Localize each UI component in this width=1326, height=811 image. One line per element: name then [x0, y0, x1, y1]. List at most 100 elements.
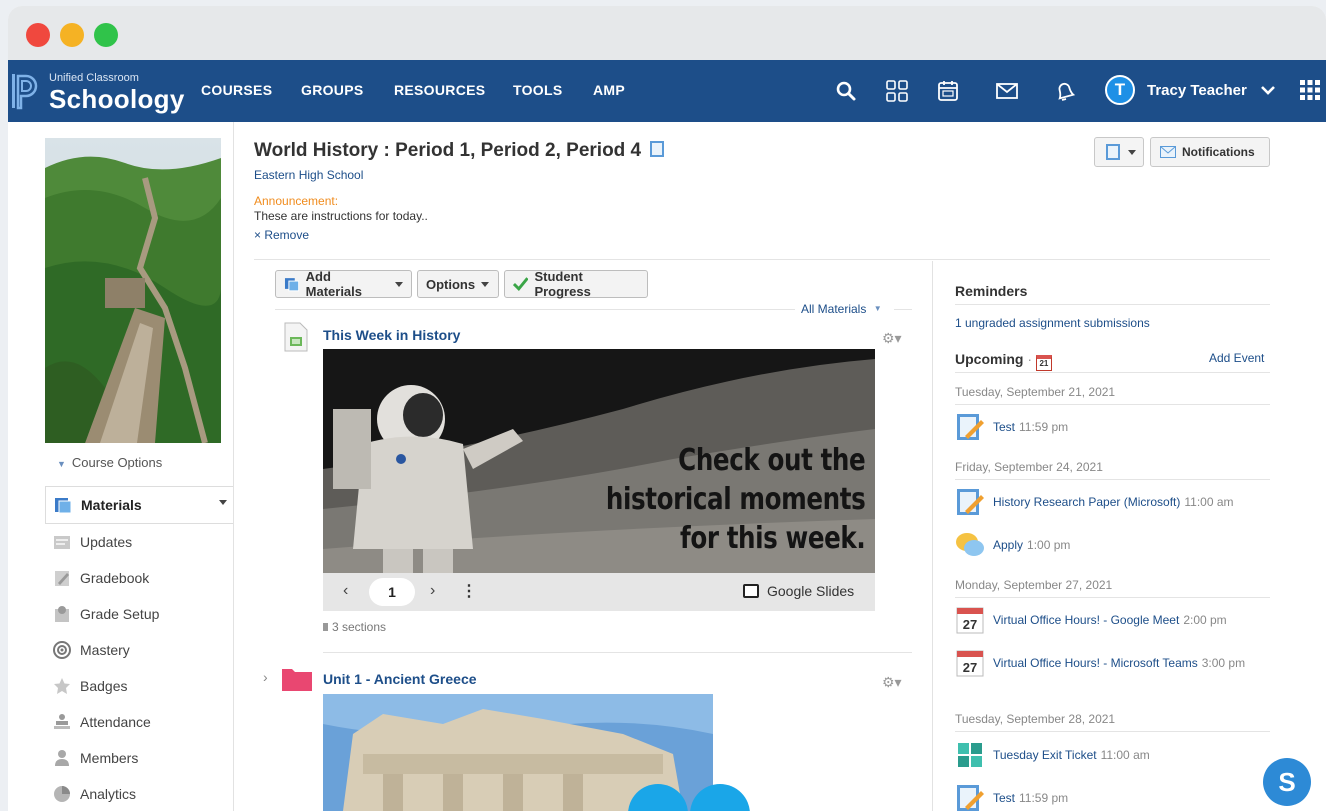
chevron-right-icon[interactable]: › [263, 669, 268, 685]
materials-icon [55, 498, 72, 514]
previous-slide-icon[interactable]: ‹ [343, 582, 348, 600]
date-header: Tuesday, September 28, 2021 [955, 712, 1116, 726]
event-history-research-paper[interactable]: History Research Paper (Microsoft) 11:00 … [955, 487, 1234, 517]
messages-icon[interactable] [994, 78, 1020, 104]
caret-down-icon [395, 281, 403, 287]
sections-count: 3 sections [323, 620, 386, 634]
menu-item-gradebook[interactable]: Gradebook [45, 560, 233, 596]
notifications-bell-icon[interactable] [1051, 78, 1077, 104]
folder-icon [282, 669, 312, 691]
page-number-field[interactable]: 1 [369, 578, 415, 606]
nav-resources[interactable]: RESOURCES [394, 82, 485, 98]
all-materials-label: All Materials [801, 302, 867, 316]
chat-assistant-button[interactable]: S [1263, 758, 1311, 806]
attendance-icon [54, 714, 70, 729]
menu-item-attendance[interactable]: Attendance [45, 704, 233, 740]
caret-down-icon[interactable] [219, 500, 227, 505]
top-navbar: Unified Classroom Schoology COURSES GROU… [8, 60, 1326, 122]
minimize-window-button[interactable] [60, 23, 84, 47]
document-icon [284, 322, 308, 352]
google-slides-link[interactable]: Google Slides [743, 583, 854, 599]
event-office-hours-google[interactable]: 27 Virtual Office Hours! - Google Meet 2:… [955, 605, 1227, 635]
analytics-icon [54, 786, 70, 802]
school-link[interactable]: Eastern High School [254, 168, 363, 182]
grid-apps-icon[interactable] [884, 78, 910, 104]
add-materials-button[interactable]: Add Materials [275, 269, 412, 299]
menu-item-analytics[interactable]: Analytics [45, 776, 233, 811]
material-title-this-week[interactable]: This Week in History [323, 327, 460, 343]
caret-down-icon: ▼ [57, 459, 66, 469]
menu-item-badges[interactable]: Badges [45, 668, 233, 704]
slide-caption-line: historical moments [605, 482, 866, 517]
chevron-down-icon[interactable] [1258, 80, 1278, 100]
date-divider [955, 479, 1270, 480]
next-slide-icon[interactable]: › [430, 582, 435, 600]
student-progress-button[interactable]: Student Progress [504, 269, 648, 299]
updates-icon [54, 536, 70, 549]
item-divider [323, 652, 912, 653]
nav-tools[interactable]: TOOLS [513, 82, 562, 98]
column-divider [932, 261, 933, 811]
members-icon [55, 750, 69, 766]
notifications-button[interactable]: Notifications [1150, 137, 1270, 167]
course-options-link[interactable]: ▼ Course Options [45, 455, 233, 470]
menu-label: Grade Setup [80, 606, 160, 622]
menu-item-materials[interactable]: Materials [45, 486, 233, 524]
add-event-link[interactable]: Add Event [1209, 351, 1264, 365]
date-divider [955, 597, 1270, 598]
course-menu: Materials Updates Gradebook Grade Setup … [45, 486, 233, 811]
menu-label: Attendance [80, 714, 151, 730]
material-title-unit-1[interactable]: Unit 1 - Ancient Greece [323, 671, 477, 687]
menu-item-mastery[interactable]: Mastery [45, 632, 233, 668]
mastery-icon [53, 641, 71, 659]
toolbar-divider [275, 309, 795, 310]
date-header: Monday, September 27, 2021 [955, 578, 1113, 592]
user-name[interactable]: Tracy Teacher [1147, 82, 1247, 99]
nav-amp[interactable]: AMP [593, 82, 625, 98]
page-title: World History : Period 1, Period 2, Peri… [254, 140, 666, 162]
event-title: Tuesday Exit Ticket [993, 748, 1097, 762]
close-window-button[interactable] [26, 23, 50, 47]
upcoming-title: Upcoming [955, 351, 1024, 367]
gear-icon[interactable]: ⚙▾ [882, 674, 902, 691]
course-options-label: Course Options [71, 455, 163, 470]
app-launcher-icon[interactable] [1298, 78, 1322, 102]
calendar-icon[interactable] [935, 78, 961, 104]
nav-groups[interactable]: GROUPS [301, 82, 363, 98]
nav-courses[interactable]: COURSES [201, 82, 272, 98]
brand-title[interactable]: Schoology [49, 84, 185, 115]
event-test-2[interactable]: Test 11:59 pm [955, 783, 1068, 811]
course-sidebar: ▼ Course Options [45, 138, 233, 470]
event-test[interactable]: Test 11:59 pm [955, 412, 1068, 442]
options-button[interactable]: Options [417, 270, 499, 298]
event-time: 11:00 am [1100, 748, 1150, 762]
event-title: History Research Paper (Microsoft) [993, 495, 1181, 509]
menu-item-updates[interactable]: Updates [45, 524, 233, 560]
user-avatar[interactable]: T [1105, 75, 1135, 105]
window-titlebar [8, 6, 1326, 60]
embedded-slide[interactable]: Check out the historical moments for thi… [323, 349, 875, 573]
view-toggle-button[interactable] [1094, 137, 1144, 167]
ungraded-submissions-link[interactable]: 1 ungraded assignment submissions [955, 316, 1150, 330]
course-profile-image[interactable] [45, 138, 221, 443]
caret-down-icon [481, 281, 490, 287]
all-materials-filter[interactable]: All Materials ▼ [801, 302, 882, 316]
menu-label: Gradebook [80, 570, 150, 586]
event-apply[interactable]: Apply 1:00 pm [955, 530, 1070, 560]
event-tuesday-exit-ticket[interactable]: Tuesday Exit Ticket 11:00 am [955, 740, 1150, 770]
gear-icon[interactable]: ⚙▾ [882, 330, 902, 347]
event-office-hours-teams[interactable]: 27 Virtual Office Hours! - Microsoft Tea… [955, 648, 1255, 678]
more-vert-icon[interactable]: ⋮ [461, 581, 477, 601]
menu-item-grade-setup[interactable]: Grade Setup [45, 596, 233, 632]
announcement-text: These are instructions for today.. [254, 209, 428, 223]
notebook-icon[interactable] [648, 140, 666, 158]
calendar-small-icon[interactable]: 21 [1035, 355, 1052, 371]
svg-text:27: 27 [963, 617, 977, 632]
remove-announcement-link[interactable]: × Remove [254, 228, 309, 242]
header-divider [254, 259, 1270, 260]
schoology-logo-icon[interactable] [10, 70, 40, 112]
search-icon[interactable] [833, 78, 859, 104]
menu-item-members[interactable]: Members [45, 740, 233, 776]
maximize-window-button[interactable] [94, 23, 118, 47]
google-slides-label: Google Slides [767, 583, 855, 599]
